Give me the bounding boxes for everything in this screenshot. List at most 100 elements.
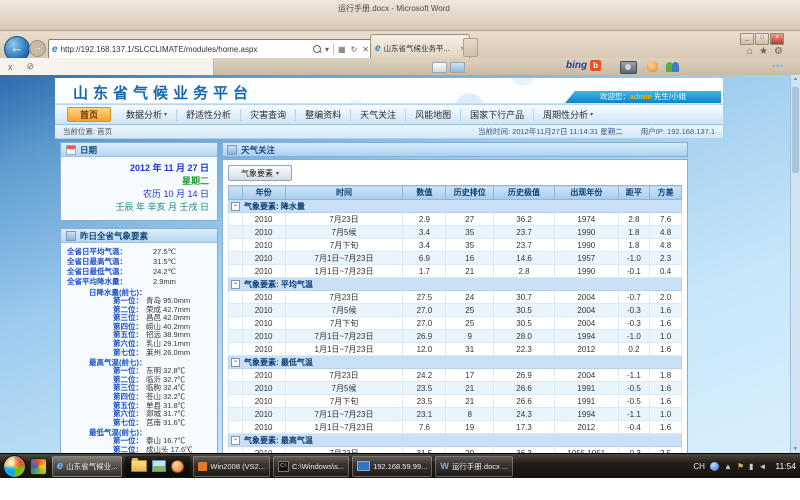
scroll-down-icon[interactable]: ▼ (791, 446, 800, 452)
language-indicator[interactable]: CH (693, 462, 705, 471)
nav-item-4[interactable]: 整编资料 (296, 109, 351, 121)
task-label: 192.168.59.99... (373, 462, 427, 471)
table-group-row[interactable]: −气象要素: 最高气温 (229, 434, 682, 447)
settings-gear-icon[interactable]: ⚙ (774, 46, 783, 57)
forward-button[interactable]: → (29, 40, 46, 57)
collapse-icon[interactable]: − (231, 358, 240, 367)
taskbar-tasks: e 山东省气候业... Win2008 (VS2... C:\ C:\Windo… (52, 454, 513, 478)
rank-value: 莱州 26.0mm (146, 349, 190, 358)
nav-item-8[interactable]: 周期性分析▾ (534, 109, 602, 121)
table-cell: 1.6 (650, 421, 682, 434)
table-cell: -1.0 (618, 252, 650, 265)
table-cell: 27.0 (403, 304, 446, 317)
start-button[interactable] (3, 455, 26, 478)
volume-icon[interactable]: ◄ (758, 462, 766, 471)
compatibility-view-icon[interactable]: ▦ (337, 45, 347, 54)
show-hidden-icons-arrow[interactable]: ▲ (724, 462, 732, 471)
nav-item-0[interactable]: 首页 (67, 107, 111, 122)
table-cell: 26.6 (493, 395, 554, 408)
media-player-icon[interactable] (171, 460, 184, 473)
maximize-button[interactable]: □ (755, 33, 769, 45)
nav-item-6[interactable]: 风能地图 (406, 109, 461, 121)
quick-launch-icon[interactable] (30, 458, 47, 475)
table-cell: 2010 (242, 265, 285, 278)
status-bar: 当前位置: 首页 当前时间: 2012年11月27日 11:14:31 星期二 … (55, 125, 723, 139)
nav-item-7[interactable]: 国家下行产品 (461, 109, 534, 121)
date-panel-header: 日期 (61, 143, 217, 157)
scroll-up-icon[interactable]: ▲ (791, 76, 800, 82)
chevron-down-icon: ▾ (164, 109, 167, 121)
paw-icon[interactable] (647, 61, 658, 72)
notification-strip: x ⊘ (0, 58, 214, 75)
table-cell: 27.0 (403, 317, 446, 330)
people-icon[interactable] (666, 61, 680, 72)
close-button[interactable]: × (770, 33, 784, 45)
expand-cell (229, 395, 243, 408)
search-dropdown-icon[interactable]: ▾ (324, 45, 330, 54)
date-panel-body: 2012 年 11 月 27 日 星期二 农历 10 月 14 日 壬辰 年 辛… (61, 157, 217, 220)
url-text[interactable]: http://192.168.137.1/SLCCLIMATE/modules/… (61, 45, 310, 54)
summary-value: 24.2℃ (153, 267, 176, 277)
action-center-flag-icon[interactable]: ⚑ (737, 462, 744, 471)
table-group-row[interactable]: −气象要素: 降水量 (229, 200, 682, 213)
table-cell: 4.8 (650, 239, 682, 252)
table-cell: 2.0 (650, 291, 682, 304)
rank-position: 第二位： (113, 446, 143, 453)
taskbar-task-word[interactable]: W 运行手册.docx ... (435, 456, 513, 477)
table-cell: 7.6 (403, 421, 446, 434)
collapse-icon[interactable]: − (231, 202, 240, 211)
table-cell: 2.9 (403, 213, 446, 226)
nav-item-label: 周期性分析 (543, 109, 588, 121)
camera-icon[interactable] (620, 61, 637, 74)
expand-cell (229, 317, 243, 330)
stop-button[interactable]: ✕ (361, 45, 370, 54)
page-scrollbar[interactable]: ▲ ▼ (790, 75, 800, 453)
ganzhi-date: 壬辰 年 辛亥 月 壬戌 日 (69, 201, 209, 214)
close-toolbar-button[interactable]: x (8, 62, 13, 72)
table-cell: 2010 (242, 421, 285, 434)
image-viewer-icon[interactable] (152, 460, 166, 472)
explorer-folder-icon[interactable] (131, 460, 147, 472)
nav-item-2[interactable]: 舒适性分析 (177, 109, 241, 121)
table-cell: 25 (446, 304, 494, 317)
calendar-icon (66, 145, 76, 155)
collapse-icon[interactable]: − (231, 280, 240, 289)
browser-tab[interactable]: e 山东省气候业务平... × (370, 34, 470, 61)
network-globe-icon[interactable] (710, 462, 719, 471)
chevron-down-icon: ▾ (276, 170, 279, 177)
favorites-star-icon[interactable]: ★ (759, 46, 768, 57)
collapse-icon[interactable]: − (231, 436, 240, 445)
nav-item-1[interactable]: 数据分析▾ (117, 109, 177, 121)
bing-wordmark: bing (566, 60, 587, 71)
table-cell: 7月1日~7月23日 (285, 330, 403, 343)
nav-item-5[interactable]: 天气关注 (351, 109, 406, 121)
taskbar-task-ie[interactable]: e 山东省气候业... (52, 456, 122, 477)
table-cell: 30.5 (493, 304, 554, 317)
nav-item-3[interactable]: 灾害查询 (241, 109, 296, 121)
network-icon[interactable]: ▮ (749, 462, 753, 471)
scrollbar-thumb[interactable] (792, 87, 799, 173)
taskbar-task-cmd[interactable]: C:\ C:\Windows\s... (273, 456, 349, 477)
refresh-button[interactable]: ↻ (350, 45, 359, 54)
mail-icon[interactable] (432, 62, 447, 73)
table-group-row[interactable]: −气象要素: 平均气温 (229, 278, 682, 291)
main-panel: 天气关注 气象要素 ▾ 年份时间数值历史排位历史极值出现年份距平方差 −气象要素… (222, 142, 688, 453)
table-cell: 25 (446, 317, 494, 330)
element-filter-button[interactable]: 气象要素 ▾ (228, 165, 292, 181)
overflow-dots-icon[interactable]: ••• (772, 61, 784, 71)
bing-badge-icon: b (590, 60, 601, 71)
taskbar-clock[interactable]: 11:54 (771, 461, 796, 471)
new-tab-button[interactable] (463, 38, 478, 57)
table-group-row[interactable]: −气象要素: 最低气温 (229, 356, 682, 369)
taskbar-task-rdp[interactable]: 192.168.59.99... (352, 456, 432, 477)
taskbar-task-vm[interactable]: Win2008 (VS2... (193, 456, 270, 477)
tab-title[interactable]: 山东省气候业务平... (384, 43, 458, 54)
home-icon[interactable]: ⌂ (747, 46, 753, 57)
address-bar[interactable]: e http://192.168.137.1/SLCCLIMATE/module… (48, 39, 374, 59)
group-name: 气象要素: 最高气温 (244, 436, 313, 445)
bing-logo[interactable]: bing b (566, 60, 601, 71)
message-icon[interactable] (450, 62, 465, 73)
search-icon[interactable] (313, 45, 321, 53)
minimize-button[interactable]: _ (740, 33, 754, 45)
summary-label: 全省平均降水量： (67, 277, 153, 287)
